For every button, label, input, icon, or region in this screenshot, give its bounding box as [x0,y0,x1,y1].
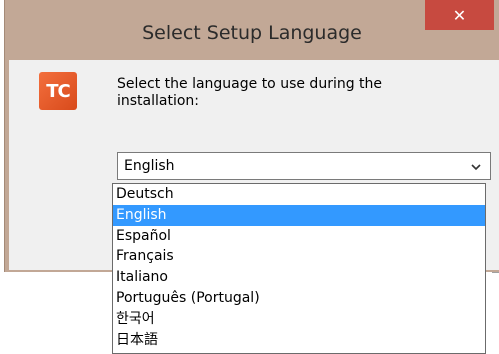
divider [492,272,499,273]
close-icon: ✕ [452,5,467,25]
close-button[interactable]: ✕ [425,0,494,30]
language-option-francais[interactable]: Français [113,246,485,267]
language-option-deutsch[interactable]: Deutsch [113,184,485,205]
language-option-korean[interactable]: 한국어 [113,309,485,330]
chevron-down-icon [471,164,481,171]
language-option-espanol[interactable]: Español [113,226,485,247]
language-option-portugues[interactable]: Português (Portugal) [113,288,485,309]
app-logo: TC [39,72,77,110]
language-select[interactable]: English [117,152,491,180]
language-option-italiano[interactable]: Italiano [113,267,485,288]
language-dropdown-list: Deutsch English Español Français Italian… [112,183,486,354]
language-select-value: English [124,158,175,174]
prompt-text: Select the language to use during the in… [117,76,383,109]
title-bar[interactable]: Select Setup Language ✕ [5,0,499,60]
language-option-japanese[interactable]: 日本語 [113,330,485,351]
language-option-english[interactable]: English [113,204,485,226]
